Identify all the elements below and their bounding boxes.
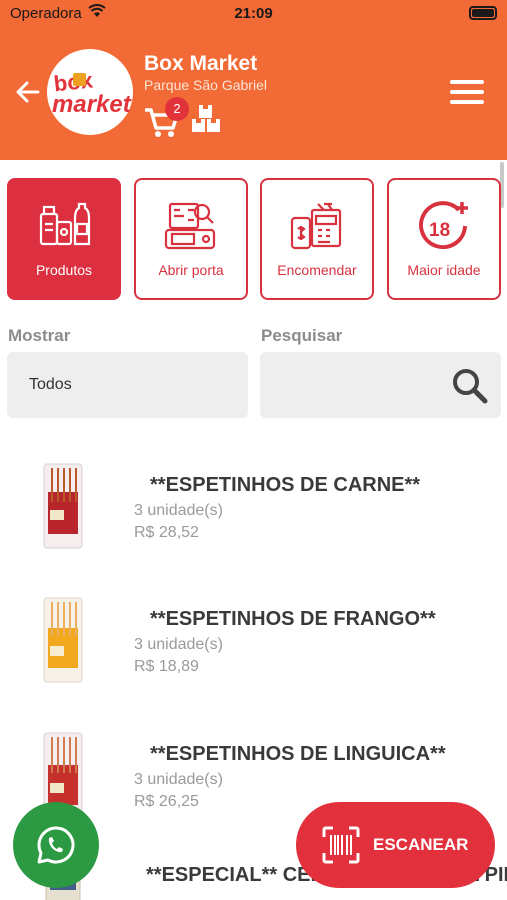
category-order-button[interactable]: Encomendar bbox=[260, 178, 374, 300]
category-label: Abrir porta bbox=[158, 262, 224, 278]
product-name: **ESPETINHOS DE CARNE** bbox=[150, 474, 421, 496]
show-filter-value: Todos bbox=[29, 376, 72, 393]
product-item[interactable]: **ESPETINHOS DE CARNE** 3 unidade(s) R$ … bbox=[0, 462, 507, 580]
store-logo: box market bbox=[47, 49, 133, 135]
product-item[interactable]: **ESPETINHOS DE FRANGO** 3 unidade(s) R$… bbox=[0, 596, 507, 714]
order-icon bbox=[290, 202, 342, 250]
search-box bbox=[260, 352, 501, 418]
search-input[interactable] bbox=[274, 352, 444, 418]
svg-text:18: 18 bbox=[429, 220, 450, 241]
category-open-door-button[interactable]: Abrir porta bbox=[134, 178, 248, 300]
category-products-button[interactable]: Produtos bbox=[7, 178, 121, 300]
product-image bbox=[43, 597, 83, 683]
door-scan-icon bbox=[164, 202, 216, 250]
category-label: Produtos bbox=[35, 262, 93, 278]
scan-label: ESCANEAR bbox=[373, 835, 469, 854]
back-arrow-icon[interactable] bbox=[14, 78, 42, 106]
whatsapp-button[interactable] bbox=[13, 802, 99, 888]
search-label: Pesquisar bbox=[261, 326, 343, 345]
show-filter-label: Mostrar bbox=[8, 326, 71, 345]
product-quantity: 3 unidade(s) bbox=[134, 636, 223, 653]
store-name: Box Market bbox=[144, 52, 258, 75]
category-label: Encomendar bbox=[277, 262, 357, 278]
search-icon[interactable] bbox=[451, 368, 489, 404]
grocery-icon bbox=[39, 202, 91, 246]
store-location: Parque São Gabriel bbox=[144, 77, 267, 93]
product-price: R$ 18,89 bbox=[134, 658, 199, 675]
product-quantity: 3 unidade(s) bbox=[134, 771, 223, 788]
product-quantity: 3 unidade(s) bbox=[134, 502, 223, 519]
show-filter-select[interactable]: Todos bbox=[7, 352, 248, 418]
product-name: **ESPETINHOS DE LINGUICA** bbox=[150, 743, 446, 765]
whatsapp-icon bbox=[37, 826, 75, 864]
app-header: Operadora 21:09 box market Box Market Pa… bbox=[0, 0, 507, 160]
scan-button[interactable]: ESCANEAR bbox=[296, 802, 495, 888]
category-label: Maior idade bbox=[407, 262, 481, 278]
barcode-scan-icon bbox=[322, 826, 360, 864]
product-name: **ESPETINHOS DE FRANGO** bbox=[150, 608, 436, 630]
age-18-icon: 18 bbox=[419, 201, 468, 250]
clock: 21:09 bbox=[234, 5, 273, 22]
category-age-button[interactable]: 18 Maior idade bbox=[387, 178, 501, 300]
product-price: R$ 26,25 bbox=[134, 793, 199, 810]
product-price: R$ 28,52 bbox=[134, 524, 199, 541]
boxes-icon[interactable] bbox=[190, 104, 222, 134]
cart-count-badge: 2 bbox=[165, 97, 189, 121]
battery-icon bbox=[469, 6, 497, 20]
svg-text:market: market bbox=[52, 91, 132, 118]
category-grid: Produtos Abrir porta Encomendar 18 Maior… bbox=[7, 178, 501, 300]
hamburger-menu-icon[interactable] bbox=[450, 80, 484, 106]
status-bar: Operadora 21:09 bbox=[0, 0, 507, 28]
product-image bbox=[43, 463, 83, 549]
